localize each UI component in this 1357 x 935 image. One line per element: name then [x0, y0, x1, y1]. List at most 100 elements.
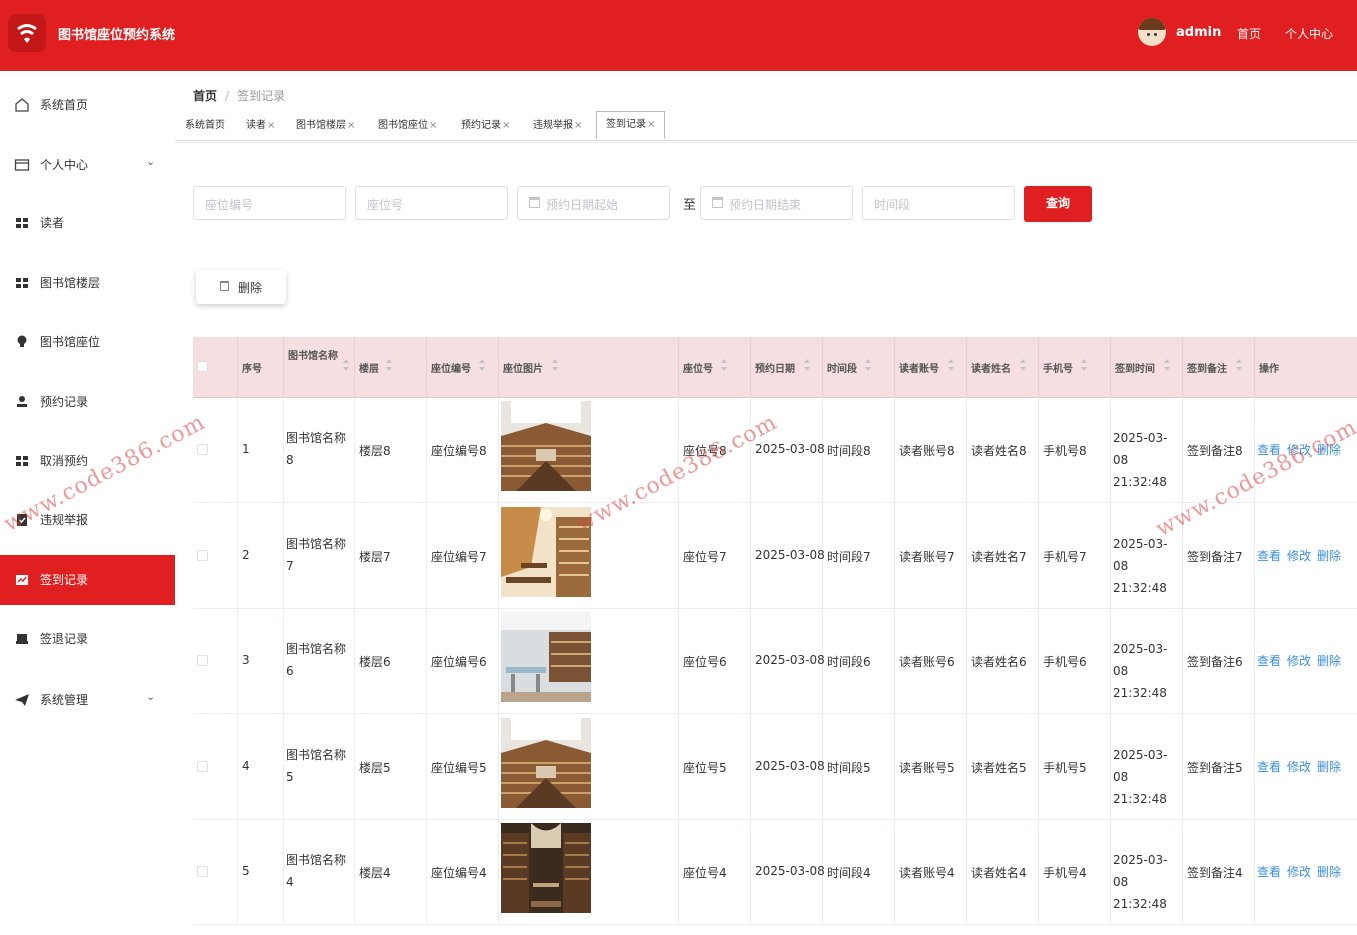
sidebar-item-checkout-records[interactable]: 签退记录: [0, 614, 175, 664]
edit-button[interactable]: 修改: [1287, 652, 1311, 669]
sort-icon[interactable]: [948, 359, 954, 373]
seat-code-input[interactable]: 座位编号: [193, 186, 346, 220]
date-start-picker[interactable]: 预约日期起始: [517, 186, 670, 220]
checkin-date: 2025-03-08: [1113, 536, 1168, 573]
cell-text: 手机号6: [1043, 655, 1087, 669]
cell-account: 读者账号7: [895, 502, 967, 608]
cell-text: 时间段4: [827, 866, 871, 880]
library-atrium-photo[interactable]: [501, 717, 591, 808]
row-checkbox[interactable]: [197, 760, 208, 772]
sort-icon[interactable]: [804, 359, 810, 373]
table-row: 4 图书馆名称5 楼层5 座位编号5 座位号5 2025-03-08 时间段5 读者账号5 读者…: [193, 713, 1357, 820]
tab-readers[interactable]: 读者×: [242, 114, 279, 138]
sidebar-item-floors[interactable]: 图书馆楼层: [0, 258, 175, 308]
column-header[interactable]: 时间段: [823, 337, 895, 397]
sort-icon[interactable]: [479, 359, 485, 373]
sort-icon[interactable]: [1164, 359, 1170, 373]
seat-no-input[interactable]: 座位号: [355, 186, 508, 220]
tab-checkin-records[interactable]: 签到记录×: [596, 111, 666, 139]
delete-row-button[interactable]: 删除: [1317, 863, 1341, 880]
tab-reservations[interactable]: 预约记录×: [457, 114, 514, 138]
row-checkbox[interactable]: [197, 866, 208, 877]
sort-icon[interactable]: [552, 359, 558, 373]
time-slot-input[interactable]: 时间段: [862, 186, 1015, 220]
cell-name: 读者姓名8: [967, 397, 1039, 502]
column-header[interactable]: 读者账号: [895, 337, 967, 397]
delete-button[interactable]: 删除: [196, 270, 286, 304]
sidebar-item-seats[interactable]: 图书馆座位: [0, 317, 175, 367]
column-header[interactable]: 预约日期: [751, 337, 823, 397]
sort-icon[interactable]: [1020, 359, 1026, 373]
cell-library-name: 图书馆名称6: [284, 608, 355, 713]
row-checkbox[interactable]: [197, 655, 208, 666]
header-link-profile[interactable]: 个人中心: [1285, 25, 1333, 42]
view-button[interactable]: 查看: [1257, 652, 1281, 669]
sort-icon[interactable]: [1236, 359, 1242, 373]
library-study-area-photo[interactable]: [501, 612, 591, 702]
breadcrumb-home[interactable]: 首页: [193, 89, 217, 103]
column-header[interactable]: 座位图片: [499, 337, 679, 397]
close-icon[interactable]: ×: [267, 120, 275, 131]
sort-icon[interactable]: [1081, 359, 1087, 373]
sidebar-item-checkin-records[interactable]: 签到记录: [0, 555, 175, 605]
grid-icon: [16, 218, 28, 228]
delete-row-button[interactable]: 删除: [1317, 547, 1341, 564]
sort-icon[interactable]: [386, 359, 392, 373]
row-checkbox[interactable]: [197, 549, 208, 561]
tab-violations[interactable]: 违规举报×: [529, 114, 586, 138]
column-header[interactable]: 签到备注: [1183, 337, 1255, 397]
close-icon[interactable]: ×: [502, 120, 510, 131]
tab-label: 系统首页: [185, 120, 225, 131]
sidebar-item-readers[interactable]: 读者: [0, 198, 175, 248]
delete-row-button[interactable]: 删除: [1317, 652, 1341, 669]
cell-text: 时间段6: [827, 655, 871, 669]
column-header[interactable]: 座位号: [679, 337, 751, 397]
column-header[interactable]: 楼层: [355, 337, 427, 397]
sort-icon[interactable]: [721, 359, 727, 373]
edit-button[interactable]: 修改: [1287, 758, 1311, 775]
column-header[interactable]: 读者姓名: [967, 337, 1039, 397]
sort-icon[interactable]: [343, 359, 349, 373]
query-button[interactable]: 查询: [1024, 186, 1092, 222]
select-cell: [193, 608, 238, 713]
checkin-date: 2025-03-08: [1113, 642, 1168, 678]
cell-text: 读者账号4: [899, 866, 955, 880]
user-name[interactable]: admin: [1176, 25, 1221, 40]
view-button[interactable]: 查看: [1257, 863, 1281, 880]
sidebar-item-profile[interactable]: 个人中心 ⌄: [0, 140, 175, 190]
avatar[interactable]: [1138, 18, 1166, 46]
close-icon[interactable]: ×: [429, 120, 437, 131]
sidebar-item-reservations[interactable]: 预约记录: [0, 377, 175, 427]
close-icon[interactable]: ×: [347, 120, 355, 131]
chevron-down-icon: ⌄: [146, 690, 156, 703]
view-button[interactable]: 查看: [1257, 758, 1281, 775]
close-icon[interactable]: ×: [574, 120, 582, 131]
column-header[interactable]: 座位编号: [427, 337, 499, 397]
edit-button[interactable]: 修改: [1287, 547, 1311, 564]
row-checkbox[interactable]: [197, 444, 208, 455]
tab-home[interactable]: 系统首页: [181, 114, 229, 138]
column-header[interactable]: 手机号: [1039, 337, 1111, 397]
edit-button[interactable]: 修改: [1287, 863, 1311, 880]
library-atrium-photo[interactable]: [501, 401, 591, 491]
cell-text: 图书馆名称5: [286, 747, 347, 784]
library-hall-photo[interactable]: [501, 823, 591, 913]
home-icon: [15, 98, 29, 112]
cell-text: 读者姓名8: [971, 444, 1027, 458]
select-all-checkbox[interactable]: [197, 361, 208, 372]
close-icon[interactable]: ×: [647, 119, 655, 130]
column-header[interactable]: 签到时间: [1111, 337, 1183, 397]
delete-row-button[interactable]: 删除: [1317, 758, 1341, 775]
header-link-home[interactable]: 首页: [1237, 25, 1261, 42]
sidebar-item-home[interactable]: 系统首页: [0, 80, 175, 130]
tab-seats[interactable]: 图书馆座位×: [374, 114, 441, 138]
sort-icon[interactable]: [865, 359, 871, 373]
tab-floors[interactable]: 图书馆楼层×: [292, 114, 359, 138]
cell-date: 2025-03-08: [751, 819, 825, 924]
date-end-picker[interactable]: 预约日期结束: [700, 186, 853, 220]
column-header[interactable]: 图书馆名称: [284, 337, 355, 397]
sidebar-item-system-management[interactable]: 系统管理 ⌄: [0, 675, 175, 725]
cell-seat-no: 座位号6: [679, 608, 751, 713]
cell-image: [499, 819, 679, 924]
view-button[interactable]: 查看: [1257, 547, 1281, 564]
